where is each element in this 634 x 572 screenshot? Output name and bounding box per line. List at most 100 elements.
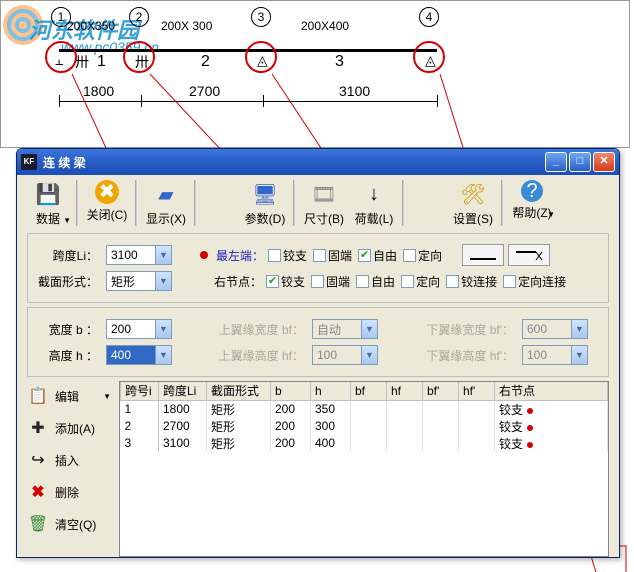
bullet-icon — [200, 251, 208, 259]
beam-diagram: 河东软件园 www.pc0359.cn 1 2 3 4 200X350 200X… — [0, 0, 630, 148]
sidebar-add-button[interactable]: ✚添加(A) — [27, 415, 111, 441]
width-b-label: 宽度 b ： — [38, 321, 98, 338]
span-li-combo[interactable]: ▼ — [106, 245, 172, 265]
sidebar-clear-button[interactable]: 🗑清空(Q) — [27, 511, 111, 537]
tick — [263, 95, 264, 107]
section-label: 200X 300 — [161, 19, 212, 33]
height-h-input[interactable] — [107, 346, 155, 364]
left-dingxiang-check[interactable]: 定向 — [403, 247, 442, 264]
section-label: 截面形式： — [38, 273, 98, 290]
toolbar-data-button[interactable]: 💾数据▼ — [23, 178, 73, 229]
right-guduan-check[interactable]: 固端 — [311, 273, 350, 290]
right-ziyou-check[interactable]: 自由 — [356, 273, 395, 290]
close-button[interactable]: ✕ — [593, 152, 615, 172]
right-jiaozhi-check[interactable]: ✔铰支 — [266, 273, 305, 290]
width-b-combo[interactable]: ▼ — [106, 319, 172, 339]
col-header[interactable]: 截面形式 — [207, 382, 271, 400]
support-type-button-1[interactable] — [462, 244, 504, 266]
width-b-input[interactable] — [107, 320, 155, 338]
chevron-down-icon[interactable]: ▼ — [155, 346, 171, 364]
chevron-down-icon[interactable]: ▼ — [155, 272, 171, 290]
span-id: 2 — [201, 53, 210, 71]
chevron-down-icon[interactable]: ▼ — [155, 246, 171, 264]
separator — [501, 180, 504, 226]
main-toolbar: 💾数据▼ ✖关闭(C) ▰显示(X) 🖥参数(D) 🎞尺寸(B) ↓荷载(L) … — [17, 175, 619, 229]
toolbar-help-button[interactable]: ?帮助(Z)▼ — [507, 178, 557, 223]
monitor-icon: 🖥 — [251, 180, 279, 208]
plus-icon: ✚ — [27, 417, 49, 439]
ufh-input — [313, 346, 361, 364]
col-header[interactable]: h — [311, 382, 351, 400]
section-label: 200X350 — [67, 19, 115, 33]
maximize-button[interactable]: □ — [569, 152, 591, 172]
rightnode-label: 右节点： — [214, 273, 262, 290]
disk-icon: 💾 — [34, 180, 62, 208]
gear-icon: 🛠 — [459, 180, 487, 208]
dim-length: 2700 — [189, 83, 220, 99]
help-icon: ? — [521, 180, 543, 202]
lfh-combo: ▼ — [522, 345, 588, 365]
node-circle: 4 — [419, 7, 439, 27]
col-header[interactable]: bf — [351, 382, 387, 400]
sidebar-insert-button[interactable]: ↪插入 — [27, 447, 111, 473]
checkbox-icon — [268, 249, 281, 262]
toolbar-close-button[interactable]: ✖关闭(C) — [82, 178, 132, 225]
toolbar-dim-button[interactable]: 🎞尺寸(B) — [299, 178, 349, 229]
chevron-down-icon[interactable]: ▼ — [155, 320, 171, 338]
col-header[interactable]: 跨度Li — [159, 382, 207, 400]
toolbar-settings-button[interactable]: 🛠设置(S) — [448, 178, 498, 229]
sidebar-edit-button[interactable]: 📋编辑▼ — [27, 383, 111, 409]
minimize-button[interactable]: _ — [545, 152, 567, 172]
chevron-down-icon: ▼ — [571, 346, 587, 364]
table-row[interactable]: 33100矩形200400铰支 — [121, 435, 608, 452]
sidebar-delete-button[interactable]: ✖删除 — [27, 479, 111, 505]
checkbox-icon: ✔ — [358, 249, 371, 262]
support-type-button-2[interactable] — [508, 244, 550, 266]
checkbox-icon — [403, 249, 416, 262]
dim-length: 1800 — [83, 83, 114, 99]
x-icon: ✖ — [27, 481, 49, 503]
left-jiaozhi-check[interactable]: 铰支 — [268, 247, 307, 264]
ufw-label: 上翼缘宽度 bf： — [204, 321, 304, 338]
toolbar-show-button[interactable]: ▰显示(X) — [141, 178, 191, 229]
right-dingxiang-check[interactable]: 定向 — [401, 273, 440, 290]
app-icon: KF — [21, 154, 37, 170]
tick — [141, 95, 142, 107]
chevron-down-icon: ▼ — [571, 320, 587, 338]
col-header[interactable]: bf' — [423, 382, 459, 400]
checkbox-icon: ✔ — [266, 275, 279, 288]
left-guduan-check[interactable]: 固端 — [313, 247, 352, 264]
section-combo[interactable]: ▼ — [106, 271, 172, 291]
separator — [194, 180, 197, 226]
right-jiaolianjie-check[interactable]: 铰连接 — [446, 273, 497, 290]
toolbar-param-button[interactable]: 🖥参数(D) — [240, 178, 290, 229]
chevron-down-icon: ▼ — [547, 210, 555, 219]
checkbox-icon — [311, 275, 324, 288]
right-dxlj-check[interactable]: 定向连接 — [503, 273, 566, 290]
col-header[interactable]: 右节点 — [495, 382, 608, 400]
col-header[interactable]: hf' — [459, 382, 495, 400]
left-ziyou-check[interactable]: ✔自由 — [358, 247, 397, 264]
checkbox-icon — [356, 275, 369, 288]
col-header[interactable]: hf — [387, 382, 423, 400]
close-icon: ✖ — [95, 180, 119, 204]
span-li-input[interactable] — [107, 246, 155, 264]
table-row[interactable]: 11800矩形200350铰支 — [121, 400, 608, 418]
grid-icon: 📋 — [27, 385, 49, 407]
span-table[interactable]: 跨号i 跨度Li 截面形式 b h bf hf bf' hf' 右节点 1180… — [119, 381, 609, 557]
dim-length: 3100 — [339, 83, 370, 99]
checkbox-icon — [313, 249, 326, 262]
checkbox-icon — [503, 275, 516, 288]
section-input[interactable] — [107, 272, 155, 290]
col-header[interactable]: 跨号i — [121, 382, 159, 400]
node-circle: 2 — [129, 7, 149, 27]
annot-circle — [245, 41, 277, 73]
table-row[interactable]: 22700矩形200300铰支 — [121, 418, 608, 435]
separator — [402, 180, 405, 226]
toolbar-load-button[interactable]: ↓荷载(L) — [349, 178, 399, 229]
chevron-down-icon: ▼ — [361, 346, 377, 364]
col-header[interactable]: b — [271, 382, 311, 400]
span-li-label: 跨度Li： — [38, 247, 98, 264]
titlebar[interactable]: KF 连 续 梁 _ □ ✕ — [17, 149, 619, 175]
height-h-combo[interactable]: ▼ — [106, 345, 172, 365]
